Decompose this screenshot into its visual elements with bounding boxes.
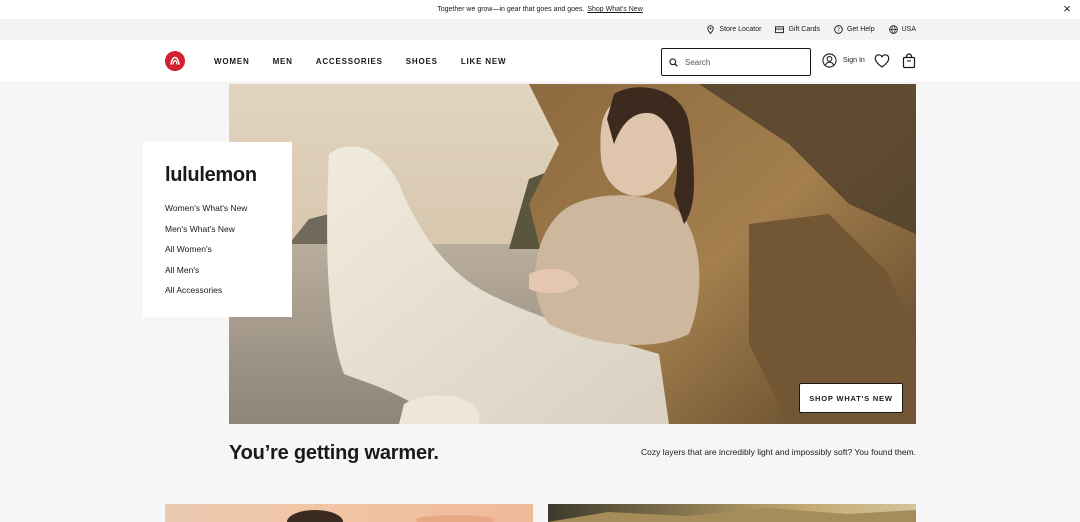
promo-text: Together we grow—in gear that goes and g…	[437, 6, 585, 13]
svg-text:?: ?	[837, 27, 840, 33]
panel-title: lululemon	[165, 164, 257, 186]
link-all-mens[interactable]: All Men's	[165, 265, 247, 277]
get-help-label: Get Help	[846, 26, 875, 33]
gift-card-icon	[775, 26, 785, 34]
gift-cards-label: Gift Cards	[788, 26, 820, 33]
sign-in-label: Sign In	[843, 57, 865, 64]
promo-bar: Together we grow—in gear that goes and g…	[0, 0, 1080, 19]
shopping-bag-icon[interactable]	[902, 53, 916, 69]
nav-men[interactable]: MEN	[273, 57, 293, 66]
teaser-image-right[interactable]	[548, 504, 916, 522]
link-all-womens[interactable]: All Women's	[165, 244, 247, 256]
category-panel: lululemon Women's What's New Men's What'…	[143, 142, 292, 317]
section-headline: You’re getting warmer.	[229, 442, 439, 464]
nav-accessories[interactable]: ACCESSORIES	[316, 57, 383, 66]
nav-like-new[interactable]: LIKE NEW	[461, 57, 507, 66]
utility-bar: Store Locator Gift Cards ? Get Help USA	[0, 19, 1080, 40]
section-subcopy: Cozy layers that are incredibly light an…	[641, 447, 916, 457]
globe-icon	[888, 25, 898, 34]
nav-women[interactable]: WOMEN	[214, 57, 250, 66]
user-icon	[822, 53, 837, 68]
teaser-photo-left	[287, 510, 495, 522]
store-locator-label: Store Locator	[719, 26, 762, 33]
location-pin-icon	[707, 25, 715, 34]
hero-photo	[229, 84, 916, 424]
search-input[interactable]	[685, 57, 805, 67]
link-mens-whats-new[interactable]: Men's What's New	[165, 224, 247, 236]
region-label: USA	[901, 26, 916, 33]
store-locator-link[interactable]: Store Locator	[706, 25, 761, 34]
teaser-photo-right	[548, 508, 916, 522]
lululemon-logo[interactable]	[165, 51, 185, 71]
search-box[interactable]	[661, 48, 811, 76]
sign-in-button[interactable]: Sign In	[822, 53, 865, 68]
logo-mark-icon	[170, 56, 180, 65]
help-icon: ?	[834, 25, 843, 34]
get-help-link[interactable]: ? Get Help	[834, 25, 875, 34]
heart-icon[interactable]	[874, 53, 890, 69]
promo-link[interactable]: Shop What's New	[587, 6, 642, 13]
link-all-accessories[interactable]: All Accessories	[165, 285, 247, 297]
shop-whats-new-button[interactable]: SHOP WHAT'S NEW	[799, 383, 903, 413]
hero-banner[interactable]: SHOP WHAT'S NEW	[229, 84, 916, 424]
search-icon	[669, 57, 678, 67]
main-header: WOMEN MEN ACCESSORIES SHOES LIKE NEW Sig…	[0, 40, 1080, 83]
teaser-image-left[interactable]	[165, 504, 533, 522]
primary-nav: WOMEN MEN ACCESSORIES SHOES LIKE NEW	[214, 40, 506, 83]
panel-links: Women's What's New Men's What's New All …	[165, 203, 247, 297]
link-womens-whats-new[interactable]: Women's What's New	[165, 203, 247, 215]
close-icon[interactable]: ×	[1061, 2, 1073, 15]
gift-cards-link[interactable]: Gift Cards	[775, 25, 820, 34]
region-selector[interactable]: USA	[888, 25, 916, 34]
nav-shoes[interactable]: SHOES	[406, 57, 438, 66]
